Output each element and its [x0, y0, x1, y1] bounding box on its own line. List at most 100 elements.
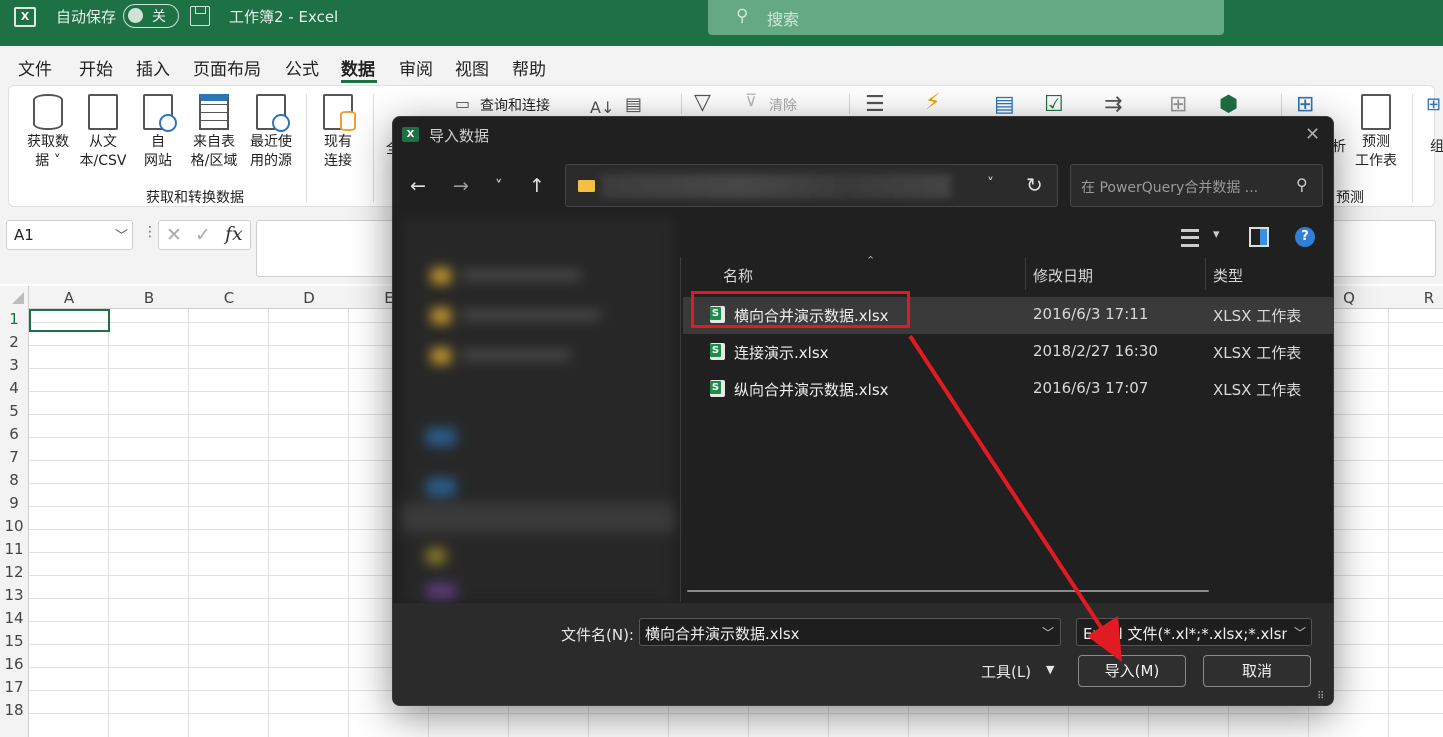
column-separator[interactable] — [1025, 258, 1026, 290]
row-header[interactable]: 14 — [0, 609, 28, 627]
row-header[interactable]: 4 — [0, 379, 28, 397]
tools-button[interactable]: 工具(L) — [981, 661, 1031, 682]
horizontal-scrollbar[interactable] — [687, 590, 1209, 592]
row-header[interactable]: 18 — [0, 701, 28, 719]
resize-grip-icon[interactable]: ⠿ — [1317, 691, 1324, 702]
file-row[interactable]: 连接演示.xlsx 2018/2/27 16:30 XLSX 工作表 — [683, 334, 1333, 371]
insert-function-button[interactable]: fx — [225, 223, 243, 245]
file-list-header: ⌃ 名称 修改日期 类型 — [683, 254, 1333, 294]
navigation-pane-blurred[interactable] — [401, 218, 675, 603]
tab-data[interactable]: 数据 — [341, 55, 375, 80]
column-date-header[interactable]: 修改日期 — [1033, 265, 1093, 286]
pane-divider[interactable] — [680, 257, 681, 602]
tab-home[interactable]: 开始 — [79, 55, 113, 80]
column-header[interactable]: A — [29, 289, 109, 307]
help-icon[interactable]: ? — [1295, 227, 1315, 247]
autosave-toggle[interactable]: 关 — [123, 4, 179, 28]
get-data-button[interactable]: 获取数 据 ˅ — [21, 94, 75, 171]
tab-review[interactable]: 审阅 — [399, 55, 433, 80]
column-header[interactable]: D — [269, 289, 349, 307]
row-header[interactable]: 1 — [0, 310, 28, 328]
import-button[interactable]: 导入(M) — [1078, 655, 1186, 687]
filter-icon[interactable]: ▽ — [694, 90, 711, 115]
up-folder-icon[interactable]: ↑ — [529, 175, 545, 197]
from-table-range-button[interactable]: 来自表 格/区域 — [187, 94, 241, 171]
view-list-icon[interactable] — [1181, 229, 1199, 247]
forecast-sheet-button[interactable]: 预测 工作表 — [1351, 94, 1401, 171]
group-partial[interactable]: 组 — [1430, 136, 1443, 156]
column-name-header[interactable]: 名称 — [723, 265, 753, 286]
data-model-icon[interactable]: ⬢ — [1219, 92, 1238, 117]
chevron-down-icon[interactable]: ﹀ — [115, 225, 128, 244]
file-type-filter[interactable]: Excel 文件(*.xl*;*.xlsx;*.xlsm;* ﹀ — [1076, 618, 1312, 646]
sort-za-icon[interactable]: ▤ — [625, 94, 642, 115]
nav-item-icon — [426, 583, 456, 599]
chevron-down-icon[interactable]: ﹀ — [1294, 624, 1306, 641]
tab-view[interactable]: 视图 — [455, 55, 489, 80]
preview-pane-icon[interactable] — [1249, 227, 1269, 247]
consolidate-icon[interactable]: ⇉ — [1104, 92, 1122, 117]
row-header[interactable]: 11 — [0, 540, 28, 558]
clear-button[interactable]: 清除 — [769, 95, 797, 115]
dialog-search-box[interactable]: 在 PowerQuery合并数据 ... ⚲ — [1070, 164, 1323, 207]
row-header[interactable]: 9 — [0, 494, 28, 512]
file-row[interactable]: 纵向合并演示数据.xlsx 2016/6/3 17:07 XLSX 工作表 — [683, 371, 1333, 408]
chevron-down-icon[interactable]: ﹀ — [1042, 624, 1054, 641]
column-type-header[interactable]: 类型 — [1213, 265, 1243, 286]
group-icon[interactable]: ⊞ — [1426, 94, 1441, 115]
refresh-icon[interactable]: ↻ — [1026, 173, 1043, 197]
back-icon[interactable]: ← — [410, 175, 426, 197]
remove-duplicates-icon[interactable]: ▤ — [994, 92, 1015, 117]
tab-file[interactable]: 文件 — [18, 55, 52, 80]
row-header[interactable]: 6 — [0, 425, 28, 443]
row-header[interactable]: 16 — [0, 655, 28, 673]
row-header[interactable]: 5 — [0, 402, 28, 420]
text-to-columns-icon[interactable]: ☰ — [865, 92, 885, 117]
save-icon[interactable] — [190, 6, 210, 26]
row-header[interactable]: 17 — [0, 678, 28, 696]
from-web-button[interactable]: 自 网站 — [135, 94, 181, 171]
existing-connections-button[interactable]: 现有 连接 — [315, 94, 361, 171]
address-bar[interactable]: ˅ ↻ — [565, 164, 1058, 207]
chevron-down-icon[interactable]: ˅ — [987, 176, 994, 192]
tab-formulas[interactable]: 公式 — [285, 55, 319, 80]
caret-down-icon[interactable]: ▼ — [1046, 663, 1054, 676]
column-header[interactable]: B — [109, 289, 189, 307]
chevron-down-icon[interactable]: ▾ — [1213, 227, 1220, 242]
flash-fill-icon[interactable]: ⚡ — [925, 90, 940, 115]
row-header[interactable]: 12 — [0, 563, 28, 581]
close-icon[interactable]: ✕ — [1305, 124, 1320, 145]
column-header[interactable]: R — [1389, 289, 1443, 307]
tab-page-layout[interactable]: 页面布局 — [193, 55, 261, 80]
row-header[interactable]: 10 — [0, 517, 28, 535]
row-header[interactable]: 3 — [0, 356, 28, 374]
checkmark-icon[interactable]: ✓ — [195, 224, 211, 246]
relationships-icon[interactable]: ⊞ — [1169, 92, 1187, 117]
recent-sources-button[interactable]: 最近使 用的源 — [245, 94, 297, 171]
cancel-button[interactable]: 取消 — [1203, 655, 1311, 687]
row-header[interactable]: 13 — [0, 586, 28, 604]
file-name-field[interactable]: 横向合并演示数据.xlsx ﹀ — [639, 618, 1061, 646]
sort-az-icon[interactable]: A↓ — [590, 98, 614, 117]
row-header[interactable]: 8 — [0, 471, 28, 489]
data-validation-icon[interactable]: ☑ — [1044, 92, 1064, 117]
tab-help[interactable]: 帮助 — [512, 55, 546, 80]
select-all-corner[interactable] — [12, 292, 24, 304]
forward-icon[interactable]: → — [453, 175, 469, 197]
row-header[interactable]: 7 — [0, 448, 28, 466]
selected-cell-a1[interactable] — [29, 309, 110, 332]
search-box[interactable]: ⚲ 搜索 — [708, 0, 1224, 35]
queries-connections-button[interactable]: 查询和连接 — [480, 95, 550, 115]
tab-insert[interactable]: 插入 — [136, 55, 170, 80]
ribbon-separator — [373, 94, 374, 202]
recent-locations-icon[interactable]: ˅ — [495, 177, 503, 195]
what-if-icon[interactable]: ⊞ — [1296, 92, 1314, 117]
column-header[interactable]: C — [189, 289, 269, 307]
cancel-x-icon[interactable]: ✕ — [166, 224, 182, 246]
row-header[interactable]: 15 — [0, 632, 28, 650]
name-box[interactable]: A1 ﹀ — [6, 220, 133, 250]
from-text-csv-button[interactable]: 从文 本/CSV — [77, 94, 129, 171]
dialog-footer: 文件名(N): 横向合并演示数据.xlsx ﹀ Excel 文件(*.xl*;*… — [393, 603, 1333, 705]
column-separator[interactable] — [1205, 258, 1206, 290]
row-header[interactable]: 2 — [0, 333, 28, 351]
